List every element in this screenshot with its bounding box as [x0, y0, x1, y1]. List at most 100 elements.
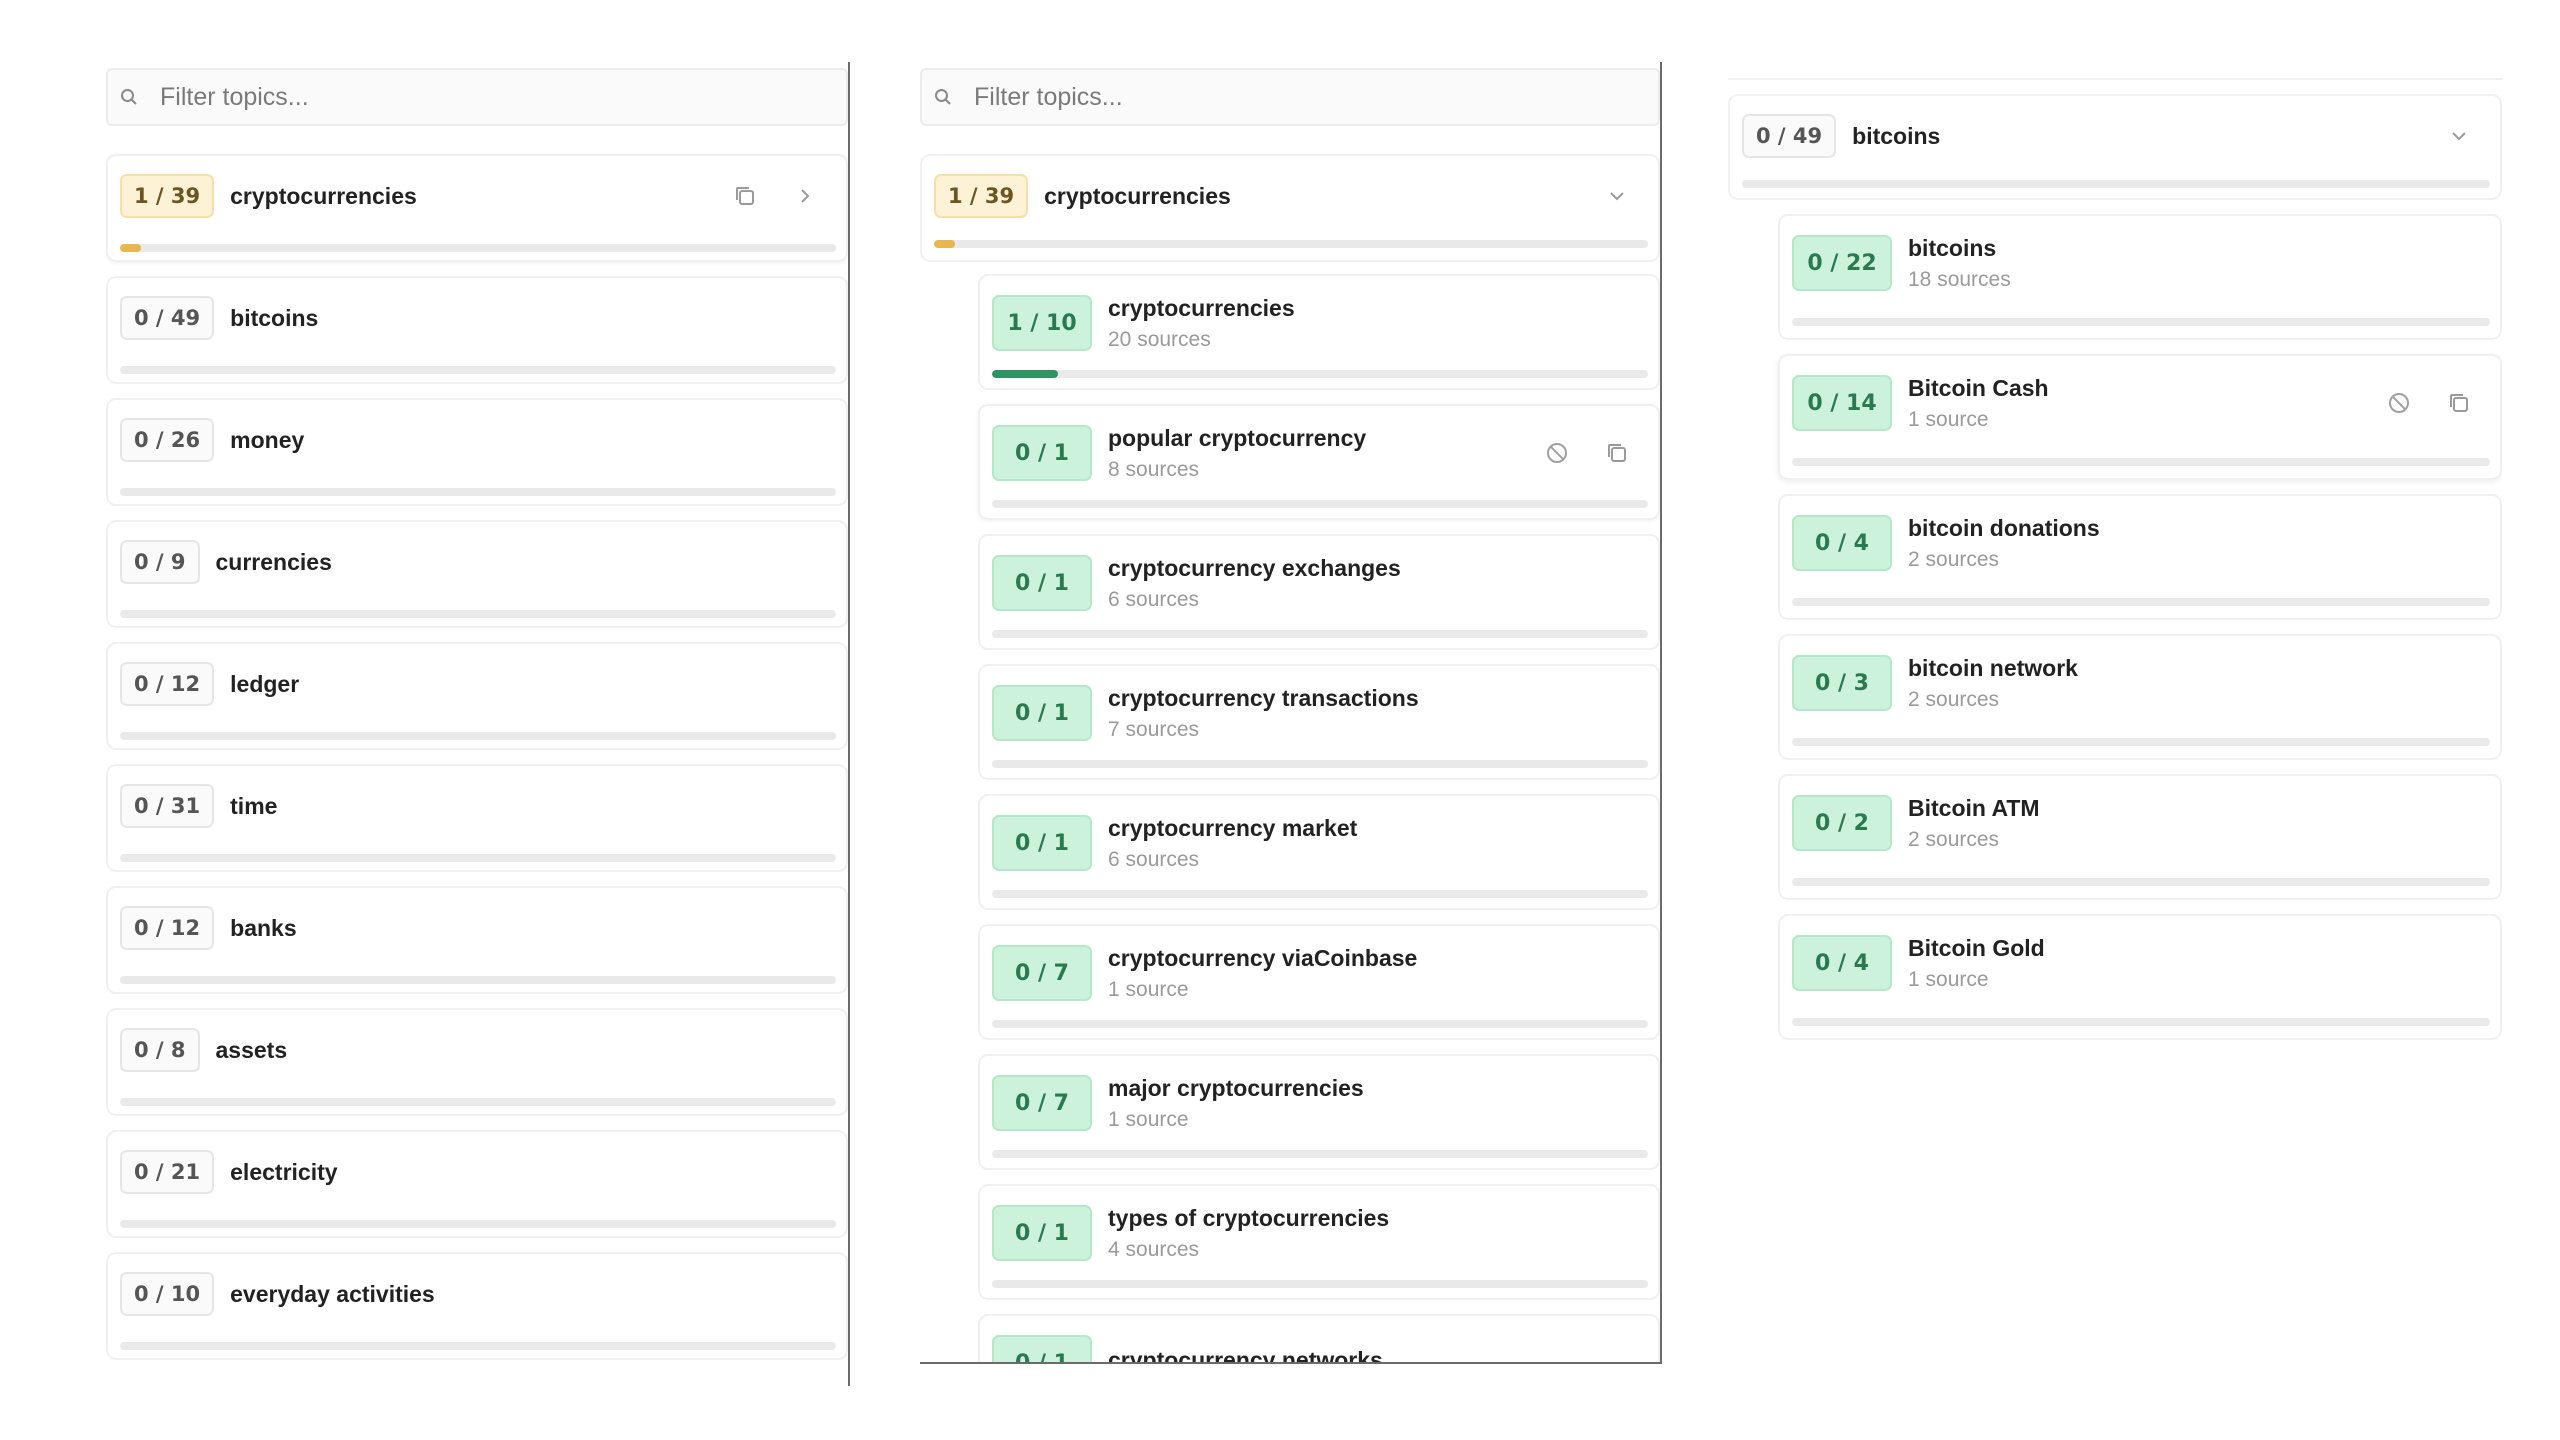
- progress-bar: [1742, 180, 2490, 188]
- topic-card[interactable]: 0 / 12 banks: [106, 886, 848, 994]
- progress-badge: 0 / 49: [1742, 114, 1837, 158]
- subtopic-card[interactable]: 0 / 22 bitcoins 18 sources: [1778, 214, 2502, 340]
- topic-label: banks: [230, 914, 297, 941]
- topic-card[interactable]: 0 / 49 bitcoins: [106, 276, 848, 384]
- progress-bar: [1792, 318, 2490, 326]
- progress-bar: [992, 1280, 1648, 1288]
- subtopic-card[interactable]: 0 / 1 types of cryptocurrencies 4 sources: [978, 1184, 1660, 1300]
- progress-badge: 0 / 31: [120, 784, 215, 828]
- topic-label: assets: [215, 1036, 288, 1063]
- subtopic-label: cryptocurrency market 6 sources: [1108, 814, 1358, 871]
- copy-icon[interactable]: [732, 183, 758, 209]
- subtopic-list: 0 / 22 bitcoins 18 sources 0 / 14 Bitcoin…: [1778, 214, 2502, 1040]
- subtopic-card[interactable]: 0 / 1 cryptocurrency exchanges 6 sources: [978, 534, 1660, 650]
- copy-icon[interactable]: [2446, 390, 2472, 416]
- progress-bar: [992, 760, 1648, 768]
- filter-search-box[interactable]: [106, 68, 848, 126]
- filter-topics-input[interactable]: [974, 82, 1658, 112]
- progress-bar: [120, 1220, 836, 1228]
- chevron-down-icon[interactable]: [2446, 123, 2472, 149]
- progress-bar: [1792, 738, 2490, 746]
- subtopic-card[interactable]: 0 / 2 Bitcoin ATM 2 sources: [1778, 774, 2502, 900]
- topic-card[interactable]: 0 / 21 electricity: [106, 1130, 848, 1238]
- sources-count: 18 sources: [1908, 267, 2011, 291]
- progress-bar: [120, 244, 836, 252]
- topic-label: bitcoins: [230, 304, 319, 331]
- ban-icon[interactable]: [1544, 440, 1570, 466]
- parent-topic-card[interactable]: 1 / 39 cryptocurrencies: [920, 154, 1660, 262]
- progress-badge: 0 / 1: [992, 685, 1092, 741]
- progress-badge: 0 / 1: [992, 425, 1092, 481]
- topics-panel-right: 0 / 49 bitcoins 0 / 22 bitcoins 18 source…: [1728, 74, 2502, 1094]
- subtopic-card[interactable]: 0 / 4 Bitcoin Gold 1 source: [1778, 914, 2502, 1040]
- subtopic-card[interactable]: 1 / 10 cryptocurrencies 20 sources: [978, 274, 1660, 390]
- topic-card[interactable]: 1 / 39 cryptocurrencies: [106, 154, 848, 262]
- subtopic-card[interactable]: 0 / 3 bitcoin network 2 sources: [1778, 634, 2502, 760]
- subtopic-card[interactable]: 0 / 4 bitcoin donations 2 sources: [1778, 494, 2502, 620]
- progress-badge: 0 / 4: [1792, 935, 1892, 991]
- subtopic-label: bitcoin network 2 sources: [1908, 654, 2078, 711]
- topic-card[interactable]: 0 / 10 everyday activities: [106, 1252, 848, 1360]
- progress-badge: 0 / 3: [1792, 655, 1892, 711]
- progress-badge: 0 / 1: [992, 555, 1092, 611]
- progress-badge: 1 / 39: [120, 174, 215, 218]
- subtopic-card[interactable]: 0 / 1 cryptocurrency market 6 sources: [978, 794, 1660, 910]
- sources-count: 1 source: [1908, 967, 1989, 991]
- topic-card[interactable]: 0 / 12 ledger: [106, 642, 848, 750]
- subtopic-label: cryptocurrency exchanges 6 sources: [1108, 554, 1401, 611]
- subtopic-card[interactable]: 0 / 14 Bitcoin Cash 1 source: [1778, 354, 2502, 480]
- topics-panel-left: 1 / 39 cryptocurrencies 0 / 49 bitcoins 0…: [106, 62, 850, 1386]
- progress-badge: 0 / 26: [120, 418, 215, 462]
- progress-bar: [992, 890, 1648, 898]
- chevron-right-icon[interactable]: [792, 183, 818, 209]
- progress-bar: [992, 1150, 1648, 1158]
- progress-badge: 1 / 10: [992, 295, 1092, 351]
- copy-icon[interactable]: [1604, 440, 1630, 466]
- progress-bar: [992, 500, 1648, 508]
- progress-badge: 1 / 39: [934, 174, 1029, 218]
- search-icon: [120, 87, 140, 107]
- topics-panel-middle: 1 / 39 cryptocurrencies 1 / 10 cryptocur…: [920, 62, 1662, 1364]
- sources-count: 7 sources: [1108, 717, 1200, 741]
- subtopic-list: 1 / 10 cryptocurrencies 20 sources 0 / 1 …: [978, 274, 1660, 1362]
- progress-bar: [120, 976, 836, 984]
- progress-badge: 0 / 12: [120, 906, 215, 950]
- topic-card[interactable]: 0 / 8 assets: [106, 1008, 848, 1116]
- sources-count: 8 sources: [1108, 457, 1200, 481]
- topic-card[interactable]: 0 / 26 money: [106, 398, 848, 506]
- sources-count: 20 sources: [1108, 327, 1211, 351]
- progress-badge: 0 / 1: [992, 1335, 1092, 1362]
- subtopic-card[interactable]: 0 / 1 popular cryptocurrency 8 sources: [978, 404, 1660, 520]
- progress-badge: 0 / 12: [120, 662, 215, 706]
- filter-search-box[interactable]: [920, 68, 1660, 126]
- topic-card[interactable]: 0 / 9 currencies: [106, 520, 848, 628]
- subtopic-label: popular cryptocurrency 8 sources: [1108, 424, 1367, 481]
- subtopic-card[interactable]: 0 / 1 cryptocurrency transactions 7 sourc…: [978, 664, 1660, 780]
- progress-bar: [120, 732, 836, 740]
- subtopic-card[interactable]: 0 / 7 cryptocurrency viaCoinbase 1 source: [978, 924, 1660, 1040]
- topic-card[interactable]: 0 / 31 time: [106, 764, 848, 872]
- progress-bar: [120, 366, 836, 374]
- progress-badge: 0 / 21: [120, 1150, 215, 1194]
- progress-bar: [992, 370, 1648, 378]
- progress-badge: 0 / 8: [120, 1028, 200, 1072]
- sources-count: 4 sources: [1108, 1237, 1200, 1261]
- topic-label: cryptocurrencies: [230, 182, 417, 209]
- topic-label: currencies: [215, 548, 332, 575]
- chevron-down-icon[interactable]: [1604, 183, 1630, 209]
- parent-topic-card[interactable]: 0 / 49 bitcoins: [1728, 94, 2502, 200]
- progress-bar: [1792, 1018, 2490, 1026]
- progress-badge: 0 / 7: [992, 945, 1092, 1001]
- subtopic-card[interactable]: 0 / 1 cryptocurrency networks: [978, 1314, 1660, 1362]
- progress-bar: [1792, 878, 2490, 886]
- progress-badge: 0 / 14: [1792, 375, 1892, 431]
- progress-badge: 0 / 49: [120, 296, 215, 340]
- subtopic-card[interactable]: 0 / 7 major cryptocurrencies 1 source: [978, 1054, 1660, 1170]
- progress-badge: 0 / 4: [1792, 515, 1892, 571]
- subtopic-label: major cryptocurrencies 1 source: [1108, 1074, 1364, 1131]
- sources-count: 1 source: [1108, 1107, 1189, 1131]
- filter-topics-input[interactable]: [160, 82, 846, 112]
- topic-label: cryptocurrencies: [1044, 182, 1231, 209]
- subtopic-label: Bitcoin Cash 1 source: [1908, 374, 2049, 431]
- ban-icon[interactable]: [2386, 390, 2412, 416]
